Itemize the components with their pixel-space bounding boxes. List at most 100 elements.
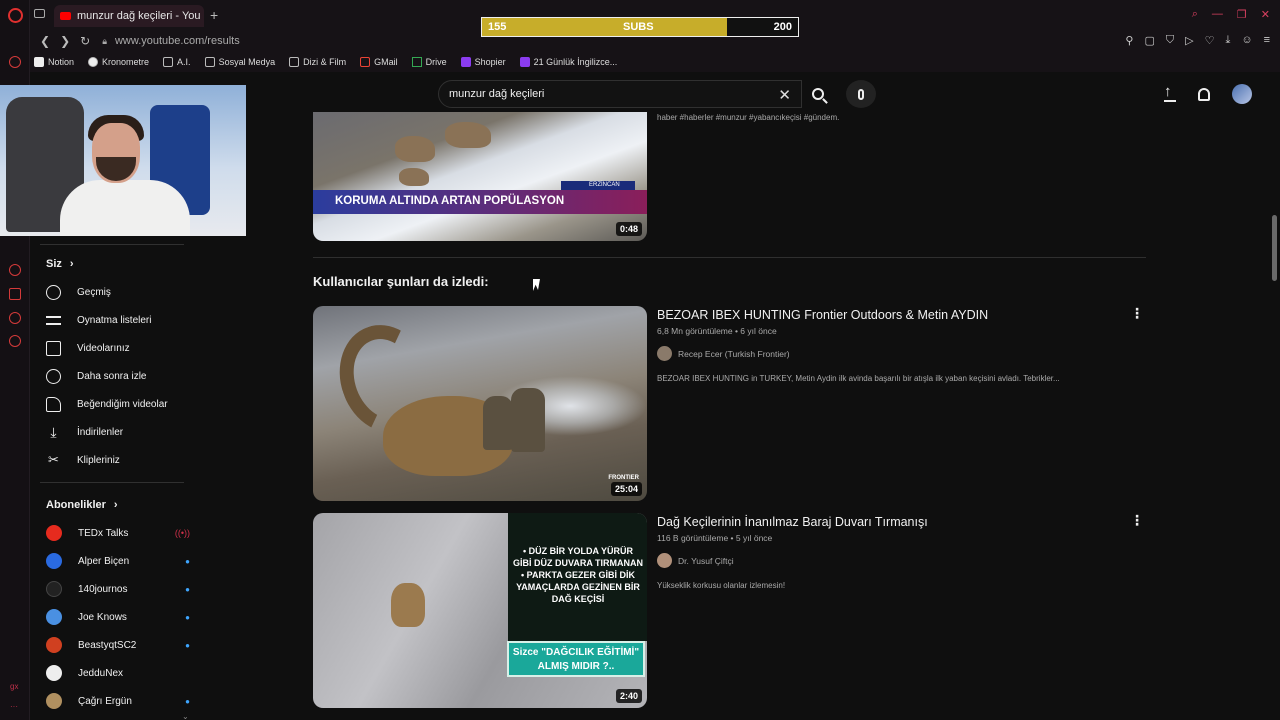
- subs-label: SUBS: [623, 21, 654, 33]
- video-description: BEZOAR IBEX HUNTING in TURKEY, Metin Ayd…: [657, 374, 1060, 383]
- bookmark-shopier[interactable]: Shopier: [460, 57, 506, 67]
- history-icon[interactable]: [9, 264, 21, 276]
- sidebar-channel[interactable]: Alper Biçen ●: [46, 547, 190, 575]
- back-button[interactable]: ❮: [40, 34, 50, 48]
- folder-icon: [163, 57, 174, 67]
- video-thumbnail[interactable]: • DÜZ BİR YOLDA YÜRÜR GİBİ DÜZ DUVARA TI…: [313, 513, 647, 708]
- video-thumbnail[interactable]: FRONTIER 25:04: [313, 306, 647, 501]
- opera-logo-icon[interactable]: [8, 8, 23, 23]
- profile-icon[interactable]: ☺: [1241, 34, 1252, 47]
- hunter-figure: [483, 396, 513, 450]
- video-channel[interactable]: Recep Ecer (Turkish Frontier): [657, 346, 790, 361]
- notifications-bell-icon[interactable]: [1198, 87, 1210, 101]
- you-section-header[interactable]: Siz ›: [46, 258, 74, 270]
- section-divider: [313, 257, 1146, 258]
- live-indicator-icon: ((•)): [174, 528, 190, 538]
- player-icon[interactable]: ▷: [1185, 34, 1193, 47]
- new-content-dot-icon: ●: [185, 584, 190, 594]
- search-query: munzur dağ keçileri: [449, 88, 545, 100]
- sidebar-channel[interactable]: Joe Knows ●: [46, 603, 190, 631]
- forward-button[interactable]: ❯: [60, 34, 70, 48]
- settings-icon[interactable]: [9, 335, 21, 347]
- new-tab-button[interactable]: +: [210, 7, 218, 23]
- new-content-dot-icon: ●: [185, 640, 190, 650]
- video-title[interactable]: BEZOAR IBEX HUNTING Frontier Outdoors & …: [657, 308, 988, 322]
- download-icon: ⤓: [50, 423, 57, 440]
- video-title[interactable]: Dağ Keçilerinin İnanılmaz Baraj Duvarı T…: [657, 515, 928, 529]
- sidebar-item-clips[interactable]: ✂ Klipleriniz: [46, 446, 190, 474]
- webcam-overlay: [0, 85, 246, 236]
- search-input[interactable]: munzur dağ keçileri ✕: [438, 80, 802, 108]
- youtube-sidebar: Siz › Geçmiş Oynatma listeleri Videoların…: [30, 236, 198, 720]
- sidebar-item-downloads[interactable]: ⤓ İndirilenler: [46, 418, 190, 446]
- like-icon: [46, 396, 61, 412]
- ibex-shape: [445, 122, 491, 148]
- bookmark-gmail[interactable]: GMail: [360, 57, 398, 67]
- ibex-shape: [395, 136, 435, 162]
- url-field[interactable]: www.youtube.com/results: [115, 35, 240, 47]
- page-scrollbar[interactable]: [1272, 215, 1277, 281]
- bookmark-sosyal-medya[interactable]: Sosyal Medya: [204, 57, 275, 67]
- maximize-button[interactable]: ❐: [1237, 8, 1247, 21]
- minimize-button[interactable]: —: [1212, 8, 1223, 21]
- downloads-icon[interactable]: [9, 288, 21, 300]
- video-thumbnail[interactable]: ERZİNCAN KORUMA ALTINDA ARTAN POPÜLASYON…: [313, 112, 647, 241]
- easy-setup-icon[interactable]: ≡: [1264, 34, 1270, 47]
- video-channel[interactable]: Dr. Yusuf Çiftçi: [657, 553, 734, 568]
- gx-icon[interactable]: gx: [10, 682, 18, 691]
- bookmark-ingilizce[interactable]: 21 Günlük İngilizce...: [519, 57, 617, 67]
- subscriptions-section-header[interactable]: Abonelikler ›: [46, 499, 118, 511]
- more-icon[interactable]: ···: [10, 702, 18, 711]
- workspace-icon[interactable]: [34, 9, 45, 18]
- sidebar-channel[interactable]: Çağrı Ergün ●: [46, 687, 190, 715]
- video-description: Yükseklik korkusu olanlar izlemesin!: [657, 581, 786, 590]
- sidebar-item-your-videos[interactable]: Videolarınız: [46, 334, 190, 362]
- search-tabs-icon[interactable]: ⌕: [1192, 8, 1198, 21]
- sidebar-item-history[interactable]: Geçmiş: [46, 278, 190, 306]
- search-button[interactable]: [802, 80, 834, 108]
- sidebar-channel[interactable]: BeastyqtSC2 ●: [46, 631, 190, 659]
- close-button[interactable]: ✕: [1261, 8, 1270, 21]
- subs-goal-bar: 155 SUBS 200: [481, 17, 799, 37]
- voice-search-button[interactable]: [846, 80, 876, 108]
- channel-avatar: [46, 609, 62, 625]
- bookmark-notion[interactable]: Notion: [34, 57, 74, 67]
- extension-toolbar: ⚲ ▢ ⛉ ▷ ♡ ⤓ ☺ ≡: [1125, 34, 1270, 47]
- lock-icon[interactable]: 🔒︎: [102, 36, 107, 47]
- sidebar-channel[interactable]: 140journos ●: [46, 575, 190, 603]
- chevron-right-icon: ›: [69, 258, 74, 270]
- extensions-icon[interactable]: [9, 312, 21, 324]
- scroll-down-icon[interactable]: ⌄: [182, 712, 189, 720]
- tab-title: munzur dağ keçileri - You: [77, 10, 201, 22]
- reload-button[interactable]: ↻: [80, 34, 90, 48]
- video-stats: 116 B görüntüleme • 5 yıl önce: [657, 533, 773, 543]
- clips-icon: ✂: [48, 452, 59, 467]
- bookmark-kronometre[interactable]: Kronometre: [88, 57, 149, 67]
- messenger-icon[interactable]: [9, 56, 21, 68]
- account-avatar[interactable]: [1232, 84, 1252, 104]
- subs-goal: 200: [773, 21, 792, 33]
- bookmark-drive[interactable]: Drive: [411, 57, 447, 67]
- upload-icon[interactable]: [1164, 83, 1176, 102]
- sidebar-item-liked-videos[interactable]: Beğendiğim videolar: [46, 390, 190, 418]
- sidebar-channel[interactable]: JedduNex: [46, 659, 190, 687]
- sidebar-item-playlists[interactable]: Oynatma listeleri: [46, 306, 190, 334]
- hunter-figure: [511, 388, 545, 452]
- shield-icon[interactable]: ⛉: [1166, 34, 1174, 47]
- heart-icon[interactable]: ♡: [1205, 34, 1215, 47]
- download-icon[interactable]: ⤓: [1225, 34, 1230, 47]
- more-options-icon[interactable]: ⋮: [1130, 305, 1144, 322]
- thumbnail-banner: KORUMA ALTINDA ARTAN POPÜLASYON: [313, 190, 647, 214]
- header-actions: [1164, 83, 1252, 104]
- goat-shape: [391, 583, 425, 627]
- sidebar-channel[interactable]: TEDx Talks ((•)): [46, 519, 190, 547]
- pin-icon[interactable]: ⚲: [1125, 34, 1133, 47]
- tab-youtube[interactable]: munzur dağ keçileri - You: [54, 5, 204, 27]
- bookmark-ai[interactable]: A.I.: [163, 57, 191, 67]
- gmail-icon: [360, 57, 371, 67]
- bookmark-dizi-film[interactable]: Dizi & Film: [289, 57, 346, 67]
- snapshot-icon[interactable]: ▢: [1144, 34, 1154, 47]
- clear-search-icon[interactable]: ✕: [778, 86, 791, 104]
- sidebar-item-watch-later[interactable]: Daha sonra izle: [46, 362, 190, 390]
- more-options-icon[interactable]: ⋮: [1130, 512, 1144, 529]
